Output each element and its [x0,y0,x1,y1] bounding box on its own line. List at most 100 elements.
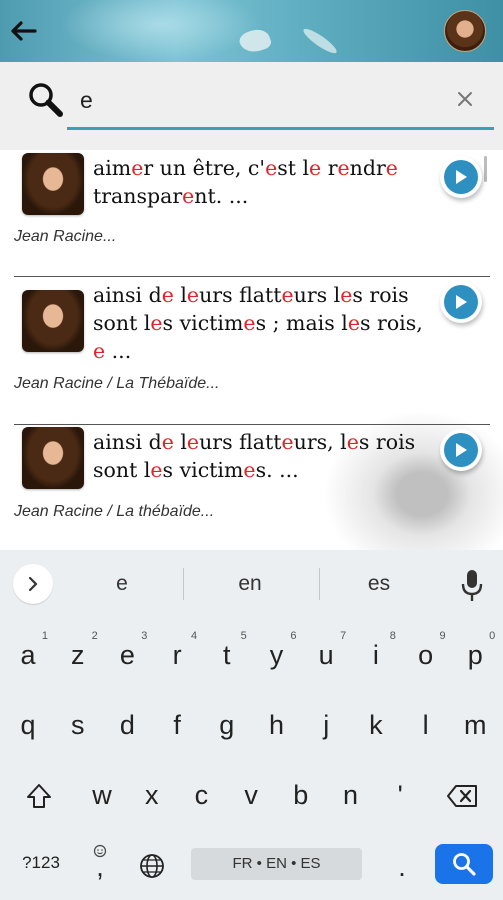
key-e[interactable]: e3 [105,628,149,682]
quote-fragment: l [173,283,187,307]
play-icon [456,443,467,457]
key-label: n [342,780,359,810]
key-n[interactable]: n [329,768,373,822]
key-label: m [464,710,487,740]
quote-fragment: ndr [349,156,386,180]
key-label: w [92,780,112,810]
search-key[interactable] [435,844,493,884]
quote-fragment: s rois, [359,311,423,335]
key-label: i [372,640,379,670]
key-label: y [269,640,284,670]
key-m[interactable]: m [453,698,497,752]
back-arrow-icon [11,21,37,41]
match-highlight: e [243,458,256,482]
key-h[interactable]: h [255,698,299,752]
quote-text: aimer un être, c'est le rendre transpare… [93,154,428,210]
shift-icon [27,784,51,808]
match-highlight: e [186,283,200,307]
suggestion-3[interactable]: es [319,572,439,596]
quote-fragment: s. ... [255,458,299,482]
author-label: Jean Racine / La Thébaïde... [14,375,220,392]
quote-fragment: aim [93,156,132,180]
key-q[interactable]: q [6,698,50,752]
suggestion-divider [183,568,184,600]
key-p[interactable]: p0 [453,628,497,682]
key-apostrophe[interactable]: ' [378,768,422,822]
suggestion-strip: e en es [0,550,503,620]
key-label: l [422,710,429,740]
key-w[interactable]: w [80,768,124,822]
search-key-icon [453,853,476,876]
key-f[interactable]: f [155,698,199,752]
scrollbar[interactable] [484,156,487,182]
key-label: r [172,640,182,670]
match-highlight: e [281,430,294,454]
emoji-comma-key[interactable]: , [78,840,122,894]
key-u[interactable]: u7 [304,628,348,682]
suggestion-1[interactable]: e [62,572,182,596]
quote-text: ainsi de leurs flatteurs, les rois sont … [93,428,428,484]
divider [14,424,490,425]
quote-fragment: r un être, c' [143,156,266,180]
back-button[interactable] [6,14,40,48]
key-z[interactable]: z2 [56,628,100,682]
key-o[interactable]: o9 [404,628,448,682]
numbers-key[interactable]: ?123 [13,840,69,894]
search-input[interactable] [80,86,440,114]
match-highlight: e [265,156,278,180]
play-icon [456,295,467,309]
quote-fragment: s ; mais l [255,311,348,335]
key-r[interactable]: r4 [155,628,199,682]
key-b[interactable]: b [279,768,323,822]
quote-fragment: urs l [293,283,341,307]
key-i[interactable]: i8 [354,628,398,682]
shift-key[interactable] [17,768,61,822]
space-key[interactable]: FR • EN • ES [191,848,362,880]
match-highlight: e [161,430,174,454]
header-texture [60,0,260,62]
key-hint: 6 [290,630,297,642]
key-v[interactable]: v [229,768,273,822]
key-label: a [20,640,36,670]
key-hint: 7 [340,630,347,642]
key-k[interactable]: k [354,698,398,752]
expand-toolbar-button[interactable] [13,564,53,604]
key-y[interactable]: y6 [255,628,299,682]
match-highlight: e [131,156,144,180]
key-d[interactable]: d [105,698,149,752]
quote-fragment: transpar [93,184,183,208]
results-list: aimer un être, c'est le rendre transpare… [0,150,503,550]
suggestion-2[interactable]: en [190,572,310,596]
period-key[interactable]: . [380,840,424,894]
chevron-right-icon [28,576,38,592]
key-label: o [418,640,434,670]
key-g[interactable]: g [205,698,249,752]
mic-icon[interactable] [458,568,486,604]
key-t[interactable]: t5 [205,628,249,682]
search-underline [67,127,494,130]
clear-button[interactable] [450,84,480,114]
key-j[interactable]: j [304,698,348,752]
key-l[interactable]: l [404,698,448,752]
backspace-icon [447,785,477,807]
quote-text: ainsi de leurs flatteurs les rois sont l… [93,281,428,365]
backspace-key[interactable] [440,768,484,822]
close-icon [458,92,472,106]
avatar[interactable] [444,10,486,52]
match-highlight: e [243,311,256,335]
key-label: p [467,640,483,670]
key-s[interactable]: s [56,698,100,752]
app-header [0,0,503,62]
key-hint: 0 [489,630,496,642]
key-label: c [194,780,209,810]
play-button[interactable] [440,156,482,198]
divider [14,276,490,277]
play-button[interactable] [440,281,482,323]
language-key[interactable] [130,840,174,894]
quote-fragment: urs flatt [199,430,282,454]
key-a[interactable]: a1 [6,628,50,682]
key-c[interactable]: c [179,768,223,822]
key-label: g [219,710,235,740]
play-button[interactable] [440,429,482,471]
key-x[interactable]: x [130,768,174,822]
